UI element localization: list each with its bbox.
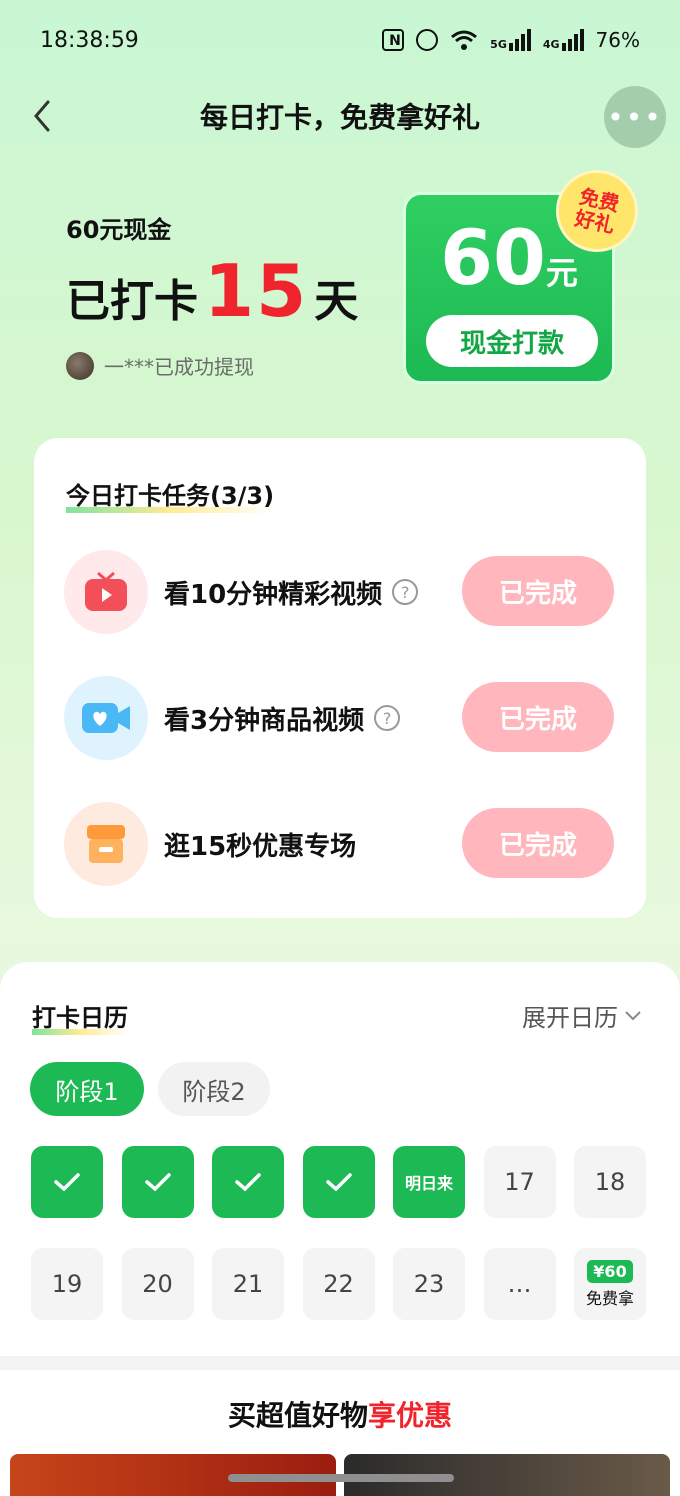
checkmark-icon	[325, 1173, 352, 1192]
calendar-day: 17	[483, 1146, 556, 1218]
page-title: 每日打卡，免费拿好礼	[199, 101, 480, 134]
task-label: 看3分钟商品视频	[164, 705, 365, 736]
task-done-button[interactable]: 已完成	[462, 556, 614, 626]
section-divider	[0, 1356, 680, 1370]
calendar-day: 20	[121, 1248, 194, 1320]
status-bar: 18:38:59 N 5G 4G 76%	[0, 0, 680, 80]
calendar-day	[212, 1146, 284, 1218]
task-item: 逛15秒优惠专场 已完成	[64, 802, 624, 886]
tv-icon	[64, 550, 148, 634]
battery-level: 76%	[595, 28, 640, 52]
calendar-day: 22	[302, 1248, 375, 1320]
task-done-button[interactable]: 已完成	[462, 808, 614, 878]
calendar-day: 19	[31, 1248, 103, 1320]
calendar-day: 明日来	[393, 1146, 465, 1218]
alarm-icon	[416, 29, 439, 51]
cash-amount-unit: 元	[545, 254, 578, 292]
store-icon	[64, 802, 148, 886]
wifi-icon	[451, 30, 478, 50]
help-icon[interactable]: ?	[392, 579, 419, 605]
cash-amount-value: 60	[440, 213, 546, 302]
avatar	[66, 351, 94, 380]
task-label: 看10分钟精彩视频	[164, 579, 383, 610]
video-camera-icon	[64, 676, 148, 760]
tab-stage-2[interactable]: 阶段2	[158, 1062, 270, 1116]
calendar-day	[121, 1146, 194, 1218]
days-count: 15	[204, 249, 309, 333]
status-time: 18:38:59	[40, 27, 139, 53]
checkin-days: 已打卡 15 天	[66, 249, 358, 333]
daily-tasks-card: 今日打卡任务(3/3) 看10分钟精彩视频 ? 已完成 看3分钟商品视频 ? 已…	[34, 438, 646, 918]
calendar-day	[31, 1146, 103, 1218]
task-label: 逛15秒优惠专场	[164, 831, 357, 862]
withdraw-ticker-text: 一***已成功提现	[104, 355, 254, 379]
checkmark-icon	[54, 1173, 80, 1192]
prize-amount: ¥60	[587, 1259, 633, 1283]
task-item: 看10分钟精彩视频 ? 已完成	[64, 550, 624, 634]
cash-payout-button[interactable]: 现金打款	[426, 315, 598, 367]
back-arrow-icon[interactable]	[28, 94, 60, 138]
task-done-button[interactable]: 已完成	[462, 682, 614, 752]
calendar-day: …	[483, 1248, 556, 1320]
tasks-title: 今日打卡任务(3/3)	[66, 476, 275, 513]
tab-stage-1[interactable]: 阶段1	[30, 1062, 144, 1116]
more-button[interactable]: •••	[604, 86, 666, 148]
calendar-title: 打卡日历	[32, 998, 128, 1035]
task-item: 看3分钟商品视频 ? 已完成	[64, 676, 624, 760]
days-suffix: 天	[314, 276, 359, 327]
status-icons: N 5G 4G 76%	[382, 28, 640, 52]
nfc-icon: N	[382, 29, 405, 51]
home-indicator[interactable]	[228, 1474, 454, 1482]
days-prefix: 已打卡	[66, 276, 198, 327]
more-icon: •••	[607, 100, 663, 134]
checkmark-icon	[235, 1173, 261, 1192]
help-icon[interactable]: ?	[374, 705, 401, 731]
signal-5g: 5G	[490, 29, 531, 51]
hero-summary: 60元现金 已打卡 15 天 一***已成功提现	[66, 210, 358, 380]
checkin-calendar: 打卡日历 展开日历 阶段1 阶段2 明日来 17 18 19 20 21 22 23… ¥60 免…	[0, 962, 680, 1356]
calendar-day: ¥60 免费拿	[574, 1248, 646, 1320]
nav-bar: 每日打卡，免费拿好礼 •••	[0, 80, 680, 152]
prize-label: 免费拿	[585, 1288, 634, 1308]
reward-label: 60元现金	[66, 216, 172, 244]
calendar-day: 23	[393, 1248, 465, 1320]
calendar-day: 18	[574, 1146, 646, 1218]
calendar-day	[302, 1146, 375, 1218]
withdraw-ticker: 一***已成功提现	[66, 351, 358, 380]
signal-4g: 4G	[543, 29, 584, 51]
goods-title: 买超值好物享优惠	[227, 1399, 453, 1432]
expand-calendar-button[interactable]: 展开日历	[522, 998, 642, 1033]
checkmark-icon	[144, 1173, 171, 1192]
calendar-day: 21	[212, 1248, 284, 1320]
chevron-down-icon	[625, 1010, 641, 1020]
expand-calendar-label: 展开日历	[522, 1004, 618, 1032]
